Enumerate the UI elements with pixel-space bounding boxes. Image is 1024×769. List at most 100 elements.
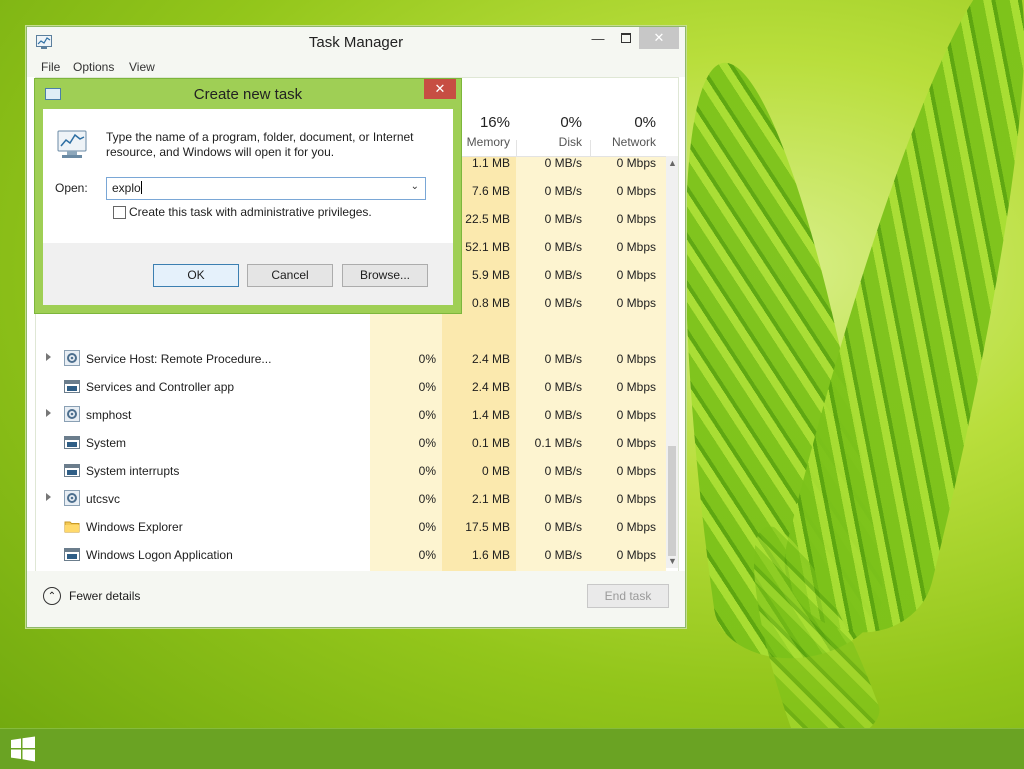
admin-privileges-label[interactable]: Create this task with administrative pri… [129,205,372,219]
app-window-icon [64,548,80,561]
close-button[interactable]: ✕ [639,27,679,49]
table-row[interactable]: Windows Explorer 0% 17.5 MB 0 MB/s 0 Mbps [36,512,666,540]
menu-options[interactable]: Options [73,60,114,74]
column-header-disk[interactable]: 0% Disk [516,114,582,149]
start-button[interactable] [6,733,40,765]
app-window-icon [64,380,80,393]
gear-icon [64,490,80,506]
disk-cell: 0.1 MB/s [534,436,582,450]
browse-button[interactable]: Browse... [342,264,428,287]
create-new-task-dialog: Create new task ✕ Type the name of a pro… [34,78,462,314]
disk-cell: 0 MB/s [544,240,582,254]
menu-bar: File Options View [27,57,685,77]
memory-cell: 2.4 MB [471,352,510,366]
chevron-up-icon: ⌃ [43,587,61,605]
maximize-button[interactable] [611,27,641,49]
text-caret [140,181,142,194]
column-header-network[interactable]: 0% Network [590,114,656,149]
gear-icon [64,350,80,366]
network-cell: 0 Mbps [616,520,656,534]
scroll-down-icon[interactable]: ▼ [668,556,677,566]
gear-icon [64,406,80,422]
memory-cell: 2.1 MB [471,492,510,506]
disk-cell: 0 MB/s [544,156,582,170]
network-label: Network [611,135,656,149]
table-row[interactable]: System 0% 0.1 MB 0.1 MB/s 0 Mbps [36,428,666,456]
network-cell: 0 Mbps [616,492,656,506]
memory-cell: 0.1 MB [471,436,510,450]
minimize-button[interactable]: — [583,27,613,49]
process-name: Windows Explorer [86,520,183,534]
table-row[interactable]: smphost 0% 1.4 MB 0 MB/s 0 Mbps [36,400,666,428]
cpu-cell: 0% [418,408,436,422]
cpu-cell: 0% [418,436,436,450]
network-percent: 0% [634,114,656,131]
menu-file[interactable]: File [41,60,60,74]
cpu-cell: 0% [418,352,436,366]
close-icon: ✕ [653,30,665,45]
disk-cell: 0 MB/s [544,296,582,310]
cancel-button[interactable]: Cancel [247,264,333,287]
expand-arrow-icon[interactable] [46,353,51,361]
memory-cell: 2.4 MB [471,380,510,394]
disk-cell: 0 MB/s [544,268,582,282]
network-cell: 0 Mbps [616,380,656,394]
open-combobox[interactable]: explo ⌄ [106,177,426,200]
chevron-down-icon[interactable]: ⌄ [411,181,419,192]
end-task-button[interactable]: End task [587,584,669,608]
dialog-close-button[interactable]: ✕ [424,79,456,99]
expand-arrow-icon[interactable] [46,493,51,501]
expand-arrow-icon[interactable] [46,409,51,417]
cpu-cell: 0% [418,380,436,394]
memory-cell: 1.6 MB [471,548,510,562]
process-name: Services and Controller app [86,380,235,394]
memory-cell: 0 MB [481,464,510,478]
network-cell: 0 Mbps [616,436,656,450]
vertical-scrollbar[interactable]: ▲ ▼ [666,156,678,568]
table-row[interactable]: utcsvc 0% 2.1 MB 0 MB/s 0 Mbps [36,484,666,512]
network-cell: 0 Mbps [616,464,656,478]
disk-percent: 0% [560,114,582,131]
table-row[interactable]: Service Host: Remote Procedure... 0% 2.4 M… [36,344,666,372]
title-bar[interactable]: Task Manager — ✕ [27,27,685,57]
disk-cell: 0 MB/s [544,464,582,478]
network-cell: 0 Mbps [616,156,656,170]
cpu-cell: 0% [418,548,436,562]
process-name: smphost [86,408,132,422]
menu-view[interactable]: View [129,60,155,74]
network-cell: 0 Mbps [616,352,656,366]
cpu-cell: 0% [418,520,436,534]
dialog-title: Create new task [193,86,303,103]
table-row[interactable]: Windows Logon Application 0% 1.6 MB 0 MB/s 0… [36,540,666,568]
network-cell: 0 Mbps [616,240,656,254]
taskbar [0,728,1024,769]
scrollbar-thumb[interactable] [668,446,676,556]
disk-cell: 0 MB/s [544,520,582,534]
task-manager-large-icon [57,130,87,158]
fewer-details-label: Fewer details [69,589,141,603]
process-name: System [86,436,127,450]
app-window-icon [64,464,80,477]
table-row[interactable]: System interrupts 0% 0 MB 0 MB/s 0 Mbps [36,456,666,484]
disk-cell: 0 MB/s [544,212,582,226]
network-cell: 0 Mbps [616,212,656,226]
minimize-icon: — [591,30,605,46]
scroll-up-icon[interactable]: ▲ [668,158,677,168]
close-icon: ✕ [434,81,446,96]
network-cell: 0 Mbps [616,548,656,562]
table-row[interactable]: Services and Controller app 0% 2.4 MB 0 MB/… [36,372,666,400]
fewer-details-button[interactable]: ⌃ Fewer details [43,587,140,605]
network-cell: 0 Mbps [616,184,656,198]
cpu-cell: 0% [418,464,436,478]
disk-label: Disk [558,135,582,149]
folder-icon [64,521,80,533]
disk-cell: 0 MB/s [544,548,582,562]
ok-button[interactable]: OK [153,264,239,287]
disk-cell: 0 MB/s [544,352,582,366]
process-name: System interrupts [86,464,180,478]
windows-logo-icon [11,736,35,762]
maximize-icon [621,33,631,43]
memory-cell: 1.4 MB [471,408,510,422]
disk-cell: 0 MB/s [544,408,582,422]
admin-privileges-checkbox[interactable] [113,206,126,219]
